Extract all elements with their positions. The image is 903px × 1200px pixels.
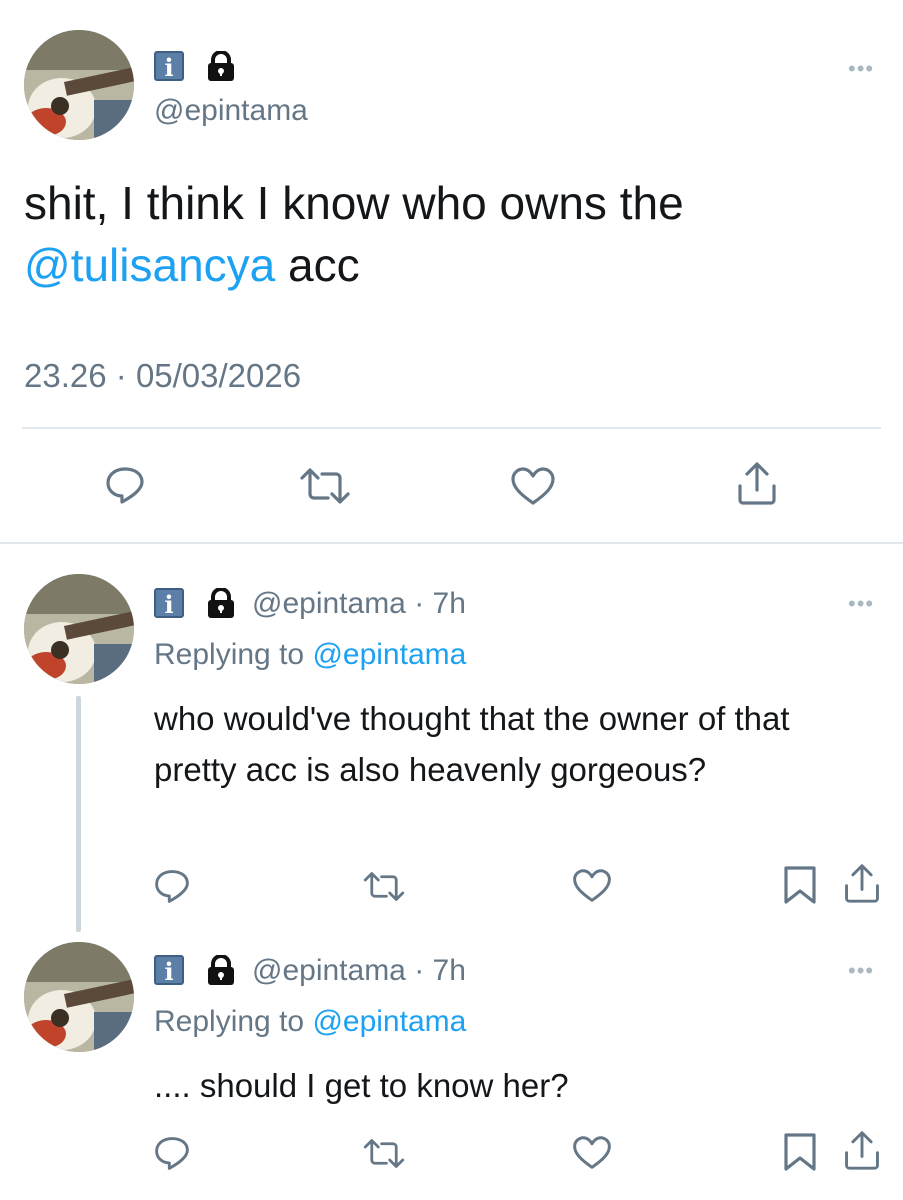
more-options-icon[interactable]: ••• — [848, 958, 874, 984]
divider — [0, 542, 903, 544]
mention-link[interactable]: @tulisancya — [24, 239, 275, 291]
replying-to-link[interactable]: @epintama — [312, 638, 466, 671]
avatar[interactable] — [24, 942, 134, 1052]
reply-handle[interactable]: @epintama · 7h — [252, 587, 466, 621]
more-options-icon[interactable]: ••• — [848, 591, 874, 617]
share-icon[interactable] — [842, 1129, 882, 1171]
reply-icon[interactable] — [104, 464, 146, 506]
separator: · — [115, 357, 127, 394]
retweet-icon[interactable] — [362, 1137, 406, 1170]
retweet-icon[interactable] — [362, 870, 406, 903]
like-icon[interactable] — [572, 868, 612, 903]
more-options-icon[interactable]: ••• — [848, 56, 874, 82]
avatar[interactable] — [24, 574, 134, 684]
thread-line — [76, 696, 81, 932]
reply-text: who would've thought that the owner of t… — [154, 700, 790, 788]
replying-to-link[interactable]: @epintama — [312, 1005, 466, 1038]
timestamp[interactable]: 23.26 · 05/03/2026 — [24, 357, 301, 395]
handle[interactable]: @epintama — [252, 587, 406, 620]
replying-prefix: Replying to — [154, 638, 313, 671]
name-badge: i — [154, 51, 184, 82]
lock-icon — [205, 954, 237, 990]
guitar-photo-icon — [24, 942, 134, 1052]
replying-to: Replying to @epintama — [154, 1005, 466, 1039]
name-badge: i — [154, 955, 184, 986]
tweet-text: shit, I think I know who owns the @tulis… — [24, 172, 864, 296]
reply-text: .... should I get to know her? — [154, 1067, 569, 1104]
like-icon[interactable] — [572, 1135, 612, 1170]
guitar-photo-icon — [24, 574, 134, 684]
bookmark-icon[interactable] — [782, 1131, 818, 1173]
share-icon[interactable] — [735, 460, 779, 506]
time-ago: · 7h — [414, 954, 466, 987]
bookmark-icon[interactable] — [782, 864, 818, 906]
time-ago: · 7h — [414, 587, 466, 620]
retweet-icon[interactable] — [298, 466, 352, 506]
lock-icon — [205, 50, 237, 86]
handle[interactable]: @epintama — [154, 94, 308, 128]
like-icon[interactable] — [510, 466, 556, 506]
tweet-text-part: acc — [275, 239, 360, 291]
avatar[interactable] — [24, 30, 134, 140]
date: 05/03/2026 — [135, 357, 302, 394]
divider — [22, 427, 881, 429]
time: 23.26 — [24, 357, 107, 394]
reply-icon[interactable] — [153, 1134, 191, 1172]
guitar-photo-icon — [24, 30, 134, 140]
handle[interactable]: @epintama — [252, 954, 406, 987]
replying-prefix: Replying to — [154, 1005, 313, 1038]
replying-to: Replying to @epintama — [154, 638, 466, 672]
lock-icon — [205, 587, 237, 623]
name-badge: i — [154, 588, 184, 619]
tweet-text-part: shit, I think I know who owns the — [24, 177, 684, 229]
reply-icon[interactable] — [153, 867, 191, 905]
reply-handle[interactable]: @epintama · 7h — [252, 954, 466, 988]
share-icon[interactable] — [842, 862, 882, 904]
